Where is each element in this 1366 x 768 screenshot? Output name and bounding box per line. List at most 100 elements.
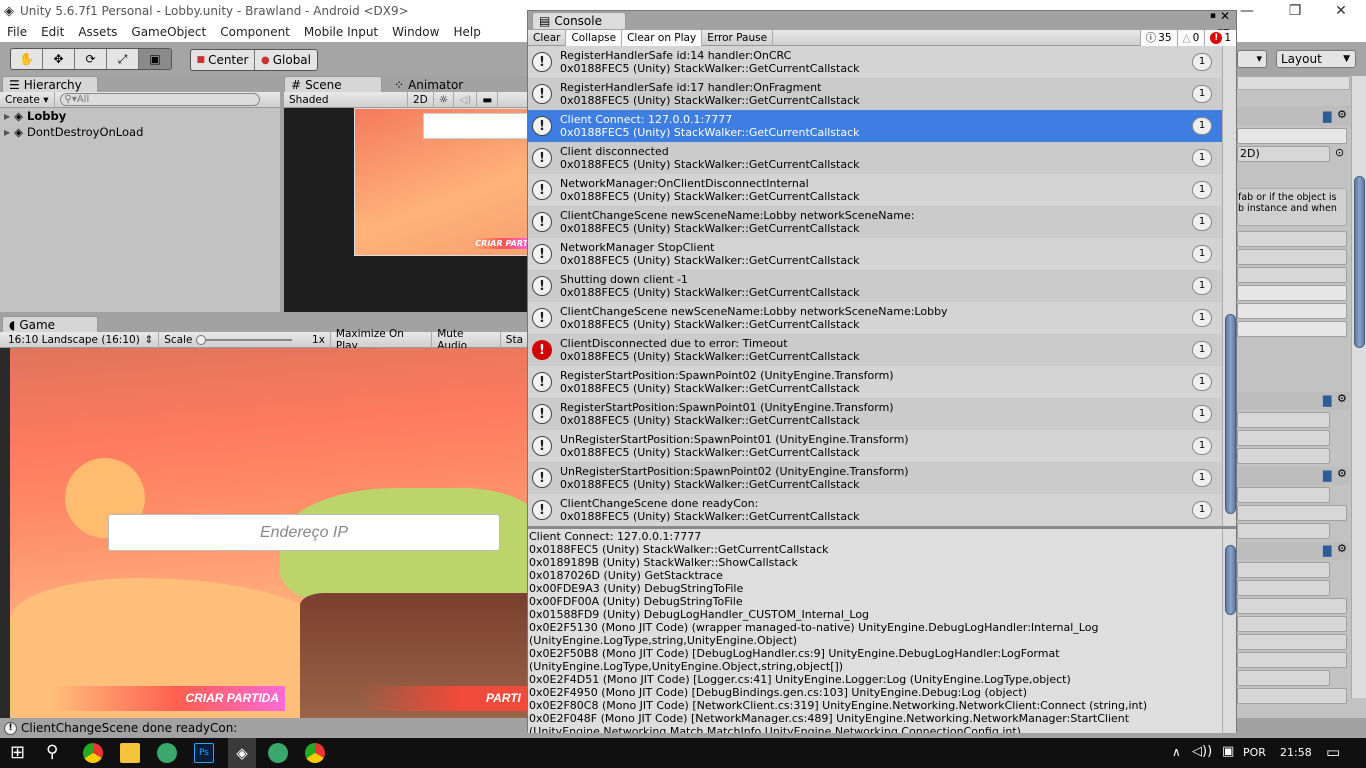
join-match-button[interactable]: PARTI — [360, 686, 528, 711]
hierarchy-search-input[interactable]: ⚲▾All — [59, 93, 260, 106]
inspector-scrollbar[interactable] — [1351, 76, 1366, 698]
inspector-dropdown[interactable] — [1237, 128, 1347, 144]
inspector-field[interactable] — [1237, 616, 1347, 632]
log-entry[interactable]: ! UnRegisterStartPosition:SpawnPoint02 (U… — [528, 462, 1222, 494]
close-button[interactable]: ✕ — [1318, 0, 1364, 22]
inspector-field[interactable] — [1237, 523, 1330, 539]
menu-file[interactable]: File — [0, 25, 34, 39]
restore-button[interactable]: ❐ — [1272, 0, 1318, 22]
inspector-name-field[interactable] — [1237, 76, 1350, 90]
log-entry[interactable]: ! RegisterStartPosition:SpawnPoint02 (Uni… — [528, 366, 1222, 398]
log-entry[interactable]: ! ClientChangeScene done readyCon: 0x0188F… — [528, 494, 1222, 526]
menu-component[interactable]: Component — [213, 25, 297, 39]
effects-icon[interactable]: ▬ — [477, 91, 499, 108]
tab-hierarchy[interactable]: ☰ Hierarchy — [2, 76, 98, 93]
warning-filter-toggle[interactable]: △ 0 — [1177, 29, 1206, 46]
menu-help[interactable]: Help — [446, 25, 487, 39]
help-book-icon[interactable]: ▇ — [1323, 469, 1331, 482]
tab-scene[interactable]: # Scene — [284, 76, 382, 93]
app-icon[interactable] — [268, 743, 288, 763]
log-entry[interactable]: ! ClientChangeScene newSceneName:Lobby ne… — [528, 302, 1222, 334]
layout-dropdown[interactable]: Layout ▼ — [1276, 50, 1356, 68]
inspector-field[interactable] — [1237, 562, 1330, 578]
error-pause-toggle[interactable]: Error Pause — [702, 29, 774, 46]
inspector-field[interactable] — [1237, 505, 1347, 521]
pivot-global-button[interactable]: ● Global — [255, 50, 317, 70]
chrome-icon[interactable] — [305, 743, 325, 763]
scale-slider[interactable] — [196, 334, 293, 345]
start-icon[interactable]: ⊞ — [10, 742, 25, 763]
game-view[interactable]: Endereço IP CRIAR PARTIDA PARTI — [0, 348, 528, 718]
gear-icon[interactable]: ⚙ — [1337, 392, 1347, 405]
clock[interactable]: 21:58 — [1280, 746, 1312, 759]
clear-on-play-toggle[interactable]: Clear on Play — [622, 29, 703, 46]
volume-icon[interactable]: ◁)) — [1192, 744, 1212, 759]
inspector-field[interactable] — [1237, 580, 1330, 596]
inspector-field[interactable] — [1237, 231, 1347, 247]
tab-game[interactable]: ◖ Game — [2, 316, 98, 333]
notifications-icon[interactable]: ▭ — [1326, 743, 1340, 761]
menu-mobile-input[interactable]: Mobile Input — [297, 25, 385, 39]
log-entry[interactable]: ! RegisterHandlerSafe id:17 handler:OnFra… — [528, 78, 1222, 110]
inspector-field[interactable] — [1237, 249, 1347, 265]
mute-audio-toggle[interactable]: Mute Audio — [432, 328, 501, 352]
tab-console[interactable]: ▤ Console — [532, 12, 626, 29]
move-tool-button[interactable]: ✥ — [43, 49, 75, 69]
detail-scrollbar[interactable] — [1222, 529, 1236, 733]
menu-window[interactable]: Window — [385, 25, 446, 39]
tab-animator[interactable]: ⁘ Animator — [388, 76, 469, 93]
rotate-tool-button[interactable]: ⟳ — [75, 49, 107, 69]
gear-icon[interactable]: ⚙ — [1337, 542, 1347, 555]
chrome-icon[interactable] — [83, 743, 103, 763]
inspector-field[interactable] — [1237, 430, 1330, 446]
inspector-dropdown[interactable] — [1237, 321, 1347, 337]
explorer-icon[interactable] — [120, 743, 140, 763]
help-book-icon[interactable]: ▇ — [1323, 394, 1331, 407]
stats-toggle[interactable]: Sta — [501, 332, 528, 348]
pivot-center-button[interactable]: ■ Center — [191, 50, 255, 70]
shading-dropdown[interactable]: Shaded — [284, 91, 408, 108]
inspector-field[interactable] — [1237, 412, 1330, 428]
help-book-icon[interactable]: ▇ — [1323, 110, 1331, 123]
unity-icon[interactable]: ◈ — [228, 738, 256, 768]
log-entry[interactable]: ! RegisterStartPosition:SpawnPoint01 (Uni… — [528, 398, 1222, 430]
menu-assets[interactable]: Assets — [71, 25, 124, 39]
inspector-dropdown[interactable] — [1237, 285, 1347, 301]
inspector-field[interactable] — [1237, 652, 1347, 668]
create-match-button[interactable]: CRIAR PARTIDA — [50, 686, 285, 711]
aspect-dropdown[interactable]: 16:10 Landscape (16:10) ⇕ — [0, 331, 160, 348]
inspector-field[interactable] — [1237, 688, 1347, 704]
search-icon[interactable]: ⚲ — [46, 742, 58, 762]
inspector-dropdown[interactable] — [1237, 303, 1347, 319]
help-book-icon[interactable]: ▇ — [1323, 544, 1331, 557]
gear-icon[interactable]: ⚙ — [1337, 108, 1347, 121]
close-icon[interactable]: ✕ — [1220, 9, 1230, 23]
inspector-field[interactable] — [1237, 634, 1347, 650]
maximize-icon[interactable]: ▪ — [1210, 11, 1216, 21]
clear-button[interactable]: Clear — [528, 29, 567, 46]
log-entry[interactable]: ! RegisterHandlerSafe id:14 handler:OnCRC… — [528, 46, 1222, 78]
collapse-toggle[interactable]: Collapse — [566, 29, 623, 46]
maximize-on-play-toggle[interactable]: Maximize On Play — [331, 328, 433, 352]
2d-toggle[interactable]: 2D — [408, 91, 434, 108]
gear-icon[interactable]: ⚙ — [1337, 467, 1347, 480]
hand-tool-button[interactable]: ✋ — [11, 49, 43, 69]
log-entry[interactable]: ! ClientDisconnected due to error: Timeou… — [528, 334, 1222, 366]
language-indicator[interactable]: POR — [1243, 746, 1266, 759]
app-icon[interactable] — [157, 743, 177, 763]
inspector-field[interactable] — [1237, 598, 1347, 614]
menu-gameobject[interactable]: GameObject — [124, 25, 213, 39]
log-entry[interactable]: ! NetworkManager StopClient 0x0188FEC5 (Un… — [528, 238, 1222, 270]
inspector-field[interactable] — [1237, 670, 1330, 686]
log-entry[interactable]: ! UnRegisterStartPosition:SpawnPoint01 (U… — [528, 430, 1222, 462]
scale-tool-button[interactable]: ⤢ — [107, 49, 139, 69]
object-picker-icon[interactable]: ⊙ — [1335, 146, 1344, 159]
scene-view[interactable]: CRIAR PARTI — [284, 108, 534, 312]
audio-icon[interactable]: ◁) — [454, 91, 478, 108]
log-list-scrollbar[interactable] — [1222, 46, 1236, 526]
hierarchy-item-lobby[interactable]: ▶ ◈ Lobby — [0, 108, 280, 124]
inspector-field[interactable] — [1237, 448, 1330, 464]
ip-address-input[interactable]: Endereço IP — [108, 514, 500, 551]
rect-tool-button[interactable]: ▣ — [139, 49, 171, 69]
log-entry[interactable]: ! NetworkManager:OnClientDisconnectIntern… — [528, 174, 1222, 206]
